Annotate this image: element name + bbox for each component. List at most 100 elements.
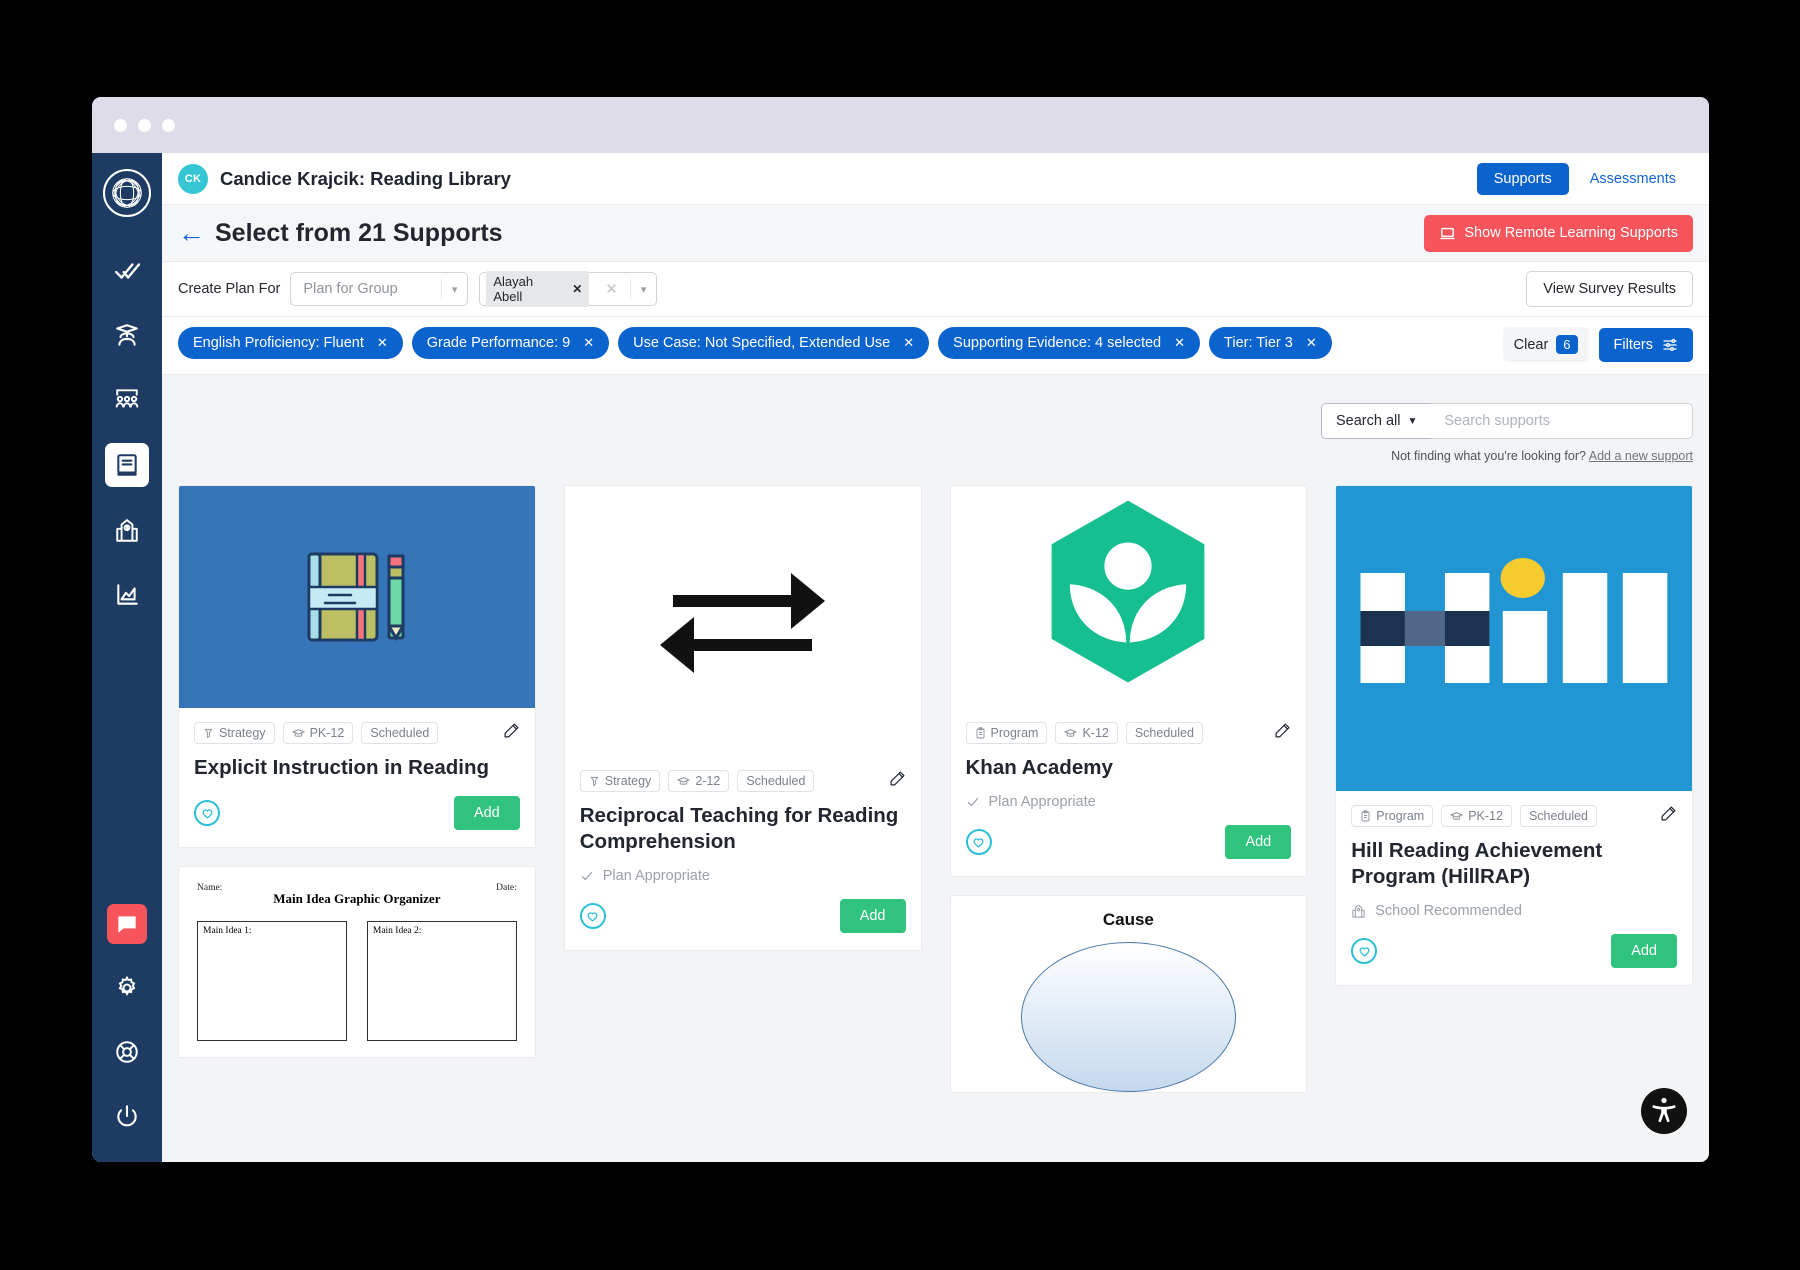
sidebar-item-help[interactable] xyxy=(107,1032,147,1072)
chat-icon xyxy=(114,911,140,937)
edit-pencil-icon[interactable] xyxy=(1660,805,1677,827)
add-button[interactable]: Add xyxy=(1225,825,1291,859)
app-topbar: CK Candice Krajcik: Reading Library Supp… xyxy=(162,153,1709,205)
add-button[interactable]: Add xyxy=(1611,934,1677,968)
clipboard-icon xyxy=(1360,810,1371,822)
tab-supports[interactable]: Supports xyxy=(1477,163,1569,195)
doc-boxes: Main Idea 1: Main Idea 2: xyxy=(197,921,517,1041)
sidebar-item-checks[interactable] xyxy=(107,251,147,291)
clear-filters-button[interactable]: Clear 6 xyxy=(1503,327,1589,362)
page-head: ← Select from 21 Supports Show Remote Le… xyxy=(162,205,1709,261)
favorite-heart-icon[interactable] xyxy=(966,829,992,855)
filter-chip-label: Supporting Evidence: 4 selected xyxy=(953,335,1161,351)
sidebar-item-logout[interactable] xyxy=(107,1096,147,1136)
filter-actions: Clear 6 Filters xyxy=(1503,327,1693,362)
edit-pencil-icon[interactable] xyxy=(503,722,520,744)
lifebuoy-icon xyxy=(114,1039,140,1065)
doc-name-label: Name: xyxy=(197,883,222,893)
page-title: Select from 21 Supports xyxy=(215,219,503,248)
sliders-icon xyxy=(1662,337,1678,353)
support-card-reciprocal-teaching[interactable]: Strategy 2-12 Scheduled xyxy=(564,485,922,951)
filter-chip-grade-performance[interactable]: Grade Performance: 9 ✕ xyxy=(412,327,609,359)
show-remote-learning-supports-button[interactable]: Show Remote Learning Supports xyxy=(1424,215,1693,252)
sidebar-item-school[interactable] xyxy=(107,511,147,551)
school-icon xyxy=(114,518,140,544)
filter-chip-use-case[interactable]: Use Case: Not Specified, Extended Use ✕ xyxy=(618,327,929,359)
favorite-heart-icon[interactable] xyxy=(1351,938,1377,964)
plan-for-group-select[interactable]: Plan for Group ▾ xyxy=(290,272,468,306)
filter-chip-supporting-evidence[interactable]: Supporting Evidence: 4 selected ✕ xyxy=(938,327,1200,359)
app-window: CK Candice Krajcik: Reading Library Supp… xyxy=(92,97,1709,1162)
filter-chip-label: Tier: Tier 3 xyxy=(1224,335,1293,351)
chevron-down-icon[interactable]: ▾ xyxy=(442,283,468,296)
sidebar-item-groups[interactable] xyxy=(107,379,147,419)
tag-label: Program xyxy=(1376,809,1424,823)
sidebar-item-library[interactable] xyxy=(105,443,149,487)
person-chip-remove-icon[interactable]: ✕ xyxy=(572,282,582,296)
favorite-heart-icon[interactable] xyxy=(580,903,606,929)
card-title: Reciprocal Teaching for Reading Comprehe… xyxy=(580,803,906,855)
card-meta-label: Plan Appropriate xyxy=(989,794,1096,810)
support-card-khan-academy[interactable]: Program K-12 Scheduled xyxy=(950,485,1308,877)
filter-chip-remove-icon[interactable]: ✕ xyxy=(903,335,914,351)
favorite-heart-icon[interactable] xyxy=(194,800,220,826)
strategy-icon xyxy=(589,776,600,787)
tag-label: Program xyxy=(991,726,1039,740)
globe-logo-icon[interactable] xyxy=(103,169,151,217)
edit-pencil-icon[interactable] xyxy=(1274,722,1291,744)
add-a-new-support-link[interactable]: Add a new support xyxy=(1589,449,1693,463)
tag-grade: 2-12 xyxy=(668,770,729,792)
not-finding-label: Not finding what you're looking for? xyxy=(1391,449,1586,463)
add-button[interactable]: Add xyxy=(454,796,520,830)
search-scope-dropdown[interactable]: Search all ▼ xyxy=(1321,403,1431,439)
tag-strategy: Strategy xyxy=(194,722,275,744)
card-image-hill xyxy=(1336,486,1692,791)
window-close-dot[interactable] xyxy=(114,119,127,132)
back-arrow-icon[interactable]: ← xyxy=(178,220,205,247)
window-minimize-dot[interactable] xyxy=(138,119,151,132)
sidebar-item-chat[interactable] xyxy=(107,904,147,944)
support-card-hillrap[interactable]: Program PK-12 Scheduled xyxy=(1335,485,1693,986)
filter-chip-remove-icon[interactable]: ✕ xyxy=(377,335,388,351)
filter-chip-label: Use Case: Not Specified, Extended Use xyxy=(633,335,890,351)
card-image-repeat xyxy=(565,486,921,756)
view-survey-results-button[interactable]: View Survey Results xyxy=(1526,271,1693,307)
search-row: Search all ▼ xyxy=(178,375,1693,439)
search-input[interactable] xyxy=(1431,403,1693,439)
filter-chip-remove-icon[interactable]: ✕ xyxy=(1174,335,1185,351)
window-titlebar xyxy=(92,97,1709,153)
doc-box-main-idea-1: Main Idea 1: xyxy=(197,921,347,1041)
create-plan-row: Create Plan For Plan for Group ▾ Alayah … xyxy=(162,261,1709,317)
support-card-partial-graphic-organizer[interactable]: Name: Date: Main Idea Graphic Organizer … xyxy=(178,866,536,1058)
tag-grade: K-12 xyxy=(1055,722,1117,744)
filters-button[interactable]: Filters xyxy=(1599,328,1693,362)
clear-selection-icon[interactable]: ✕ xyxy=(589,280,630,298)
tag-label: K-12 xyxy=(1082,726,1108,740)
person-chip[interactable]: Alayah Abell ✕ xyxy=(486,271,589,307)
sidebar-item-reports[interactable] xyxy=(107,575,147,615)
add-button[interactable]: Add xyxy=(840,899,906,933)
chevron-down-icon: ▼ xyxy=(1407,416,1417,427)
cause-effect-preview: Cause xyxy=(951,896,1307,1092)
chevron-down-icon[interactable]: ▾ xyxy=(631,283,657,296)
edit-pencil-icon[interactable] xyxy=(889,770,906,792)
filter-bar: English Proficiency: Fluent ✕ Grade Perf… xyxy=(162,317,1709,375)
filter-chip-english-proficiency[interactable]: English Proficiency: Fluent ✕ xyxy=(178,327,403,359)
filter-chip-remove-icon[interactable]: ✕ xyxy=(1306,335,1317,351)
people-select[interactable]: Alayah Abell ✕ ✕ ▾ xyxy=(479,272,657,306)
graduation-cap-icon xyxy=(1450,811,1463,822)
card-title: Hill Reading Achievement Program (HillRA… xyxy=(1351,838,1677,890)
filter-chip-remove-icon[interactable]: ✕ xyxy=(583,335,594,351)
support-card-partial-cause-effect[interactable]: Cause xyxy=(950,895,1308,1093)
card-body: Strategy 2-12 Scheduled xyxy=(565,756,921,950)
filter-chip-tier[interactable]: Tier: Tier 3 ✕ xyxy=(1209,327,1332,359)
filters-label: Filters xyxy=(1614,337,1653,353)
page-header-title: Candice Krajcik: Reading Library xyxy=(220,168,511,190)
window-maximize-dot[interactable] xyxy=(162,119,175,132)
doc-date-label: Date: xyxy=(496,883,517,893)
accessibility-widget-button[interactable] xyxy=(1641,1088,1687,1134)
tab-assessments[interactable]: Assessments xyxy=(1573,163,1693,195)
sidebar-item-settings[interactable] xyxy=(107,968,147,1008)
sidebar-item-students[interactable] xyxy=(107,315,147,355)
support-card-explicit-instruction[interactable]: Strategy PK-12 Scheduled xyxy=(178,485,536,848)
